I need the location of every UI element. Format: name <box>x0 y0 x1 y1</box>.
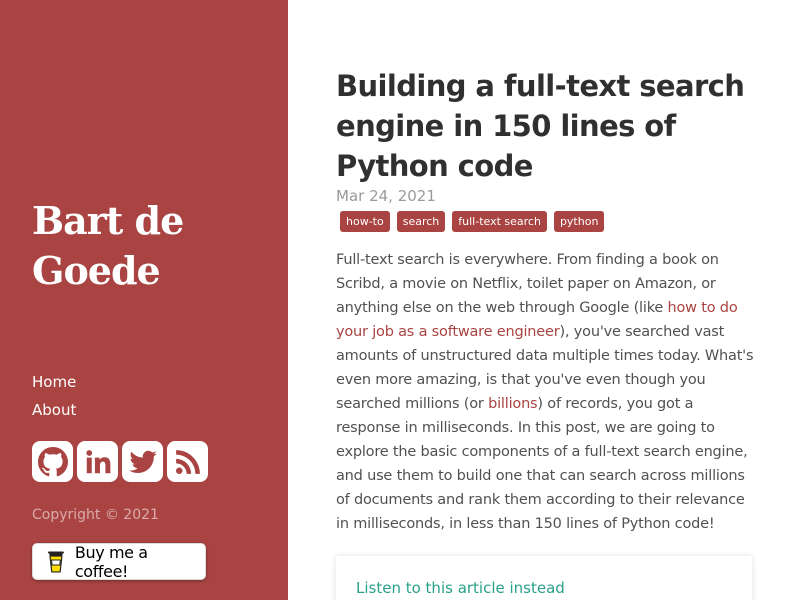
coffee-button-label: Buy me a coffee! <box>74 542 148 581</box>
tag-python[interactable]: python <box>553 211 605 232</box>
sidebar-nav: Home About <box>32 368 76 424</box>
tag-list: how-to search full-text search python <box>340 211 605 232</box>
audio-article-box: Listen to this article instead <box>336 556 752 600</box>
linkedin-link[interactable] <box>77 441 118 482</box>
tag-how-to[interactable]: how-to <box>340 211 390 232</box>
site-title-line2[interactable]: Goede <box>32 246 272 296</box>
rss-link[interactable] <box>167 441 208 482</box>
nav-about-link[interactable]: About <box>32 396 76 424</box>
site-title[interactable]: Bart de Goede <box>32 196 272 296</box>
site-title-line1[interactable]: Bart de <box>32 196 272 246</box>
twitter-link[interactable] <box>122 441 163 482</box>
listen-to-article-link[interactable]: Listen to this article instead <box>356 579 565 597</box>
body-text-part3: ) of records, you got a response in mill… <box>336 396 748 532</box>
body-text-part1: Full-text search is everywhere. From fin… <box>336 252 719 316</box>
post-intro-paragraph: Full-text search is everywhere. From fin… <box>336 248 756 536</box>
coffee-cup-icon <box>47 551 64 573</box>
buy-me-a-coffee-button[interactable]: Buy me a coffee! <box>32 542 206 581</box>
tag-search[interactable]: search <box>396 211 446 232</box>
billions-link[interactable]: billions <box>488 396 538 412</box>
nav-home-link[interactable]: Home <box>32 368 76 396</box>
github-icon <box>37 446 68 476</box>
linkedin-icon <box>85 449 110 473</box>
github-link[interactable] <box>32 441 73 482</box>
sidebar: Bart de Goede Home About Copyright © 202… <box>0 0 288 600</box>
tag-full-text-search[interactable]: full-text search <box>452 211 547 232</box>
post-title: Building a full-text search engine in 15… <box>336 69 745 183</box>
copyright-text: Copyright © 2021 <box>32 507 159 523</box>
rss-icon <box>175 449 200 474</box>
social-links <box>32 441 208 482</box>
twitter-icon <box>128 450 157 473</box>
post-date: Mar 24, 2021 <box>336 187 436 205</box>
